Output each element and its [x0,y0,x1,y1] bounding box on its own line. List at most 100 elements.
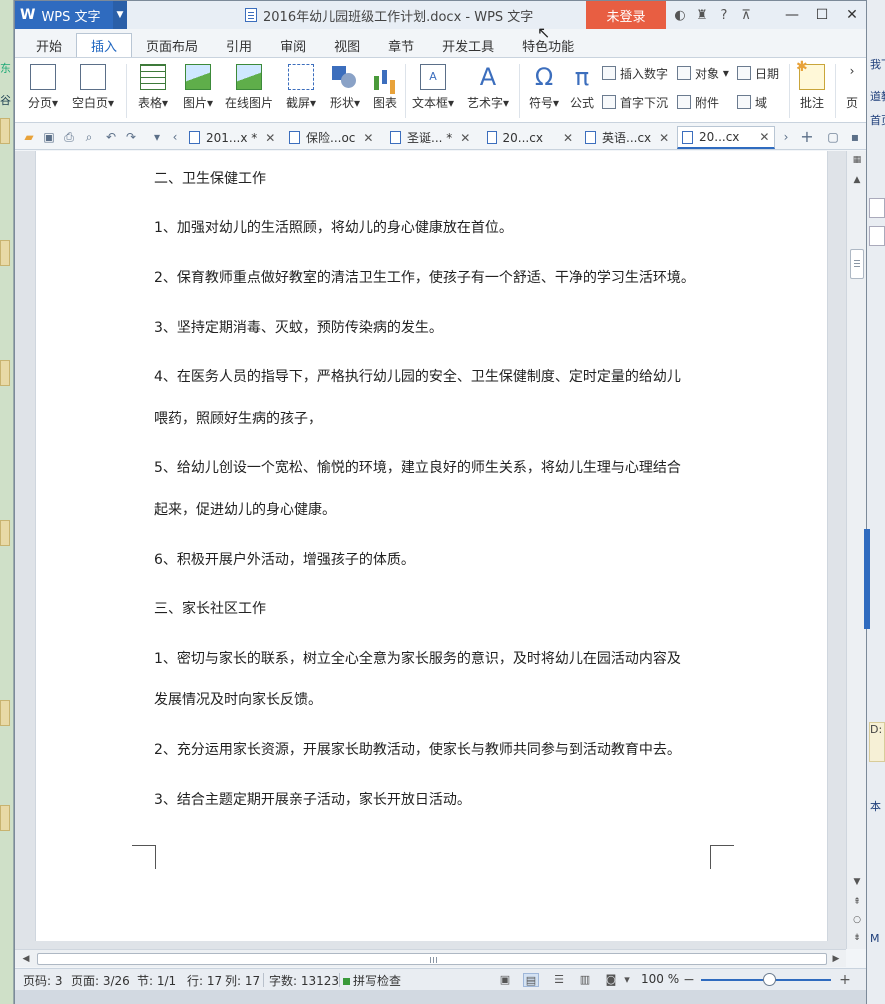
textbox-button[interactable]: A 文本框▾ [409,64,457,120]
online-picture-button[interactable]: 在线图片 [223,64,275,120]
status-page-code[interactable]: 页码: 3 [23,972,63,988]
tab-scroll-right-icon[interactable]: › [778,129,794,145]
help-icon[interactable]: ? [713,8,735,23]
insert-number-button[interactable]: 插入数字 [602,64,668,82]
select-browse-icon[interactable]: ○ [850,913,864,927]
close-tab-icon[interactable]: ✕ [460,131,470,145]
tab-review[interactable]: 审阅 [266,33,320,57]
undo-icon[interactable]: ↶ [103,129,119,145]
minimize-icon[interactable]: — [777,1,807,29]
screenshot-button[interactable]: 截屏▾ [281,64,321,120]
zoom-level[interactable]: 100 % [641,972,679,988]
save-icon[interactable]: ▣ [41,129,57,145]
chevron-down-icon[interactable]: ▾ [149,129,165,145]
status-word-count[interactable]: 字数: 13123 [269,972,339,988]
tab-list-icon[interactable]: ▢ [825,129,841,145]
doc-tab[interactable]: 圣诞... * ✕ [386,126,482,149]
prev-page-icon[interactable]: ⇞ [850,895,864,909]
close-tab-icon[interactable]: ✕ [563,131,573,145]
next-page-icon[interactable]: ⇟ [850,931,864,945]
picture-button[interactable]: 图片▾ [178,64,218,120]
shape-button[interactable]: 形状▾ [325,64,365,120]
close-tab-icon[interactable]: ✕ [265,131,275,145]
page-view-icon[interactable]: ▤ [523,973,539,987]
document-page[interactable]: 二、卫生保健工作 1、加强对幼儿的生活照顾，将幼儿的身心健康放在首位。 2、保育… [35,151,828,941]
zoom-slider-knob[interactable] [763,973,776,986]
outline-view-icon[interactable]: ☰ [551,973,567,987]
ribbon-divider [835,64,836,118]
redo-icon[interactable]: ↷ [123,129,139,145]
scroll-thumb[interactable] [37,953,827,965]
pi-icon: π [574,63,590,91]
new-tab-icon[interactable]: + [799,129,815,145]
tab-menu-icon[interactable]: ▪ [847,129,863,145]
open-folder-icon[interactable]: ▰ [21,129,37,145]
tab-page-layout[interactable]: 页面布局 [132,33,212,57]
chevron-down-icon[interactable]: ▼ [113,1,127,29]
background-text: 首页 [870,114,885,127]
background-block [0,360,10,386]
field-button[interactable]: 域 [737,93,767,111]
table-button[interactable]: 表格▾ [133,64,173,120]
zoom-out-icon[interactable]: − [681,973,697,987]
spell-check-toggle[interactable]: 拼写检查 [343,972,401,988]
date-button[interactable]: 日期 [737,64,779,82]
zoom-in-icon[interactable]: + [837,973,853,987]
zoom-slider[interactable] [701,973,831,986]
close-tab-icon[interactable]: ✕ [659,131,669,145]
formula-button[interactable]: π 公式 [567,64,597,120]
paragraph: 5、给幼儿创设一个宽松、愉悦的环境，建立良好的师生关系，将幼儿生理与心理结合 [154,460,681,476]
reading-view-icon[interactable]: ◙ [603,973,619,987]
object-button[interactable]: 对象 ▾ [677,64,729,82]
doc-tab[interactable]: 20...cx ✕ [483,126,573,149]
scroll-thumb[interactable] [850,249,864,279]
doc-tab[interactable]: 保险...oc ✕ [285,126,375,149]
scroll-up-icon[interactable]: ▲ [850,173,864,187]
side-panel-tab[interactable] [864,529,870,629]
collapse-ribbon-icon[interactable]: ⊼ [735,8,757,23]
paragraph: 喂药，照顾好生病的孩子， [154,411,322,427]
comment-button[interactable]: 批注 [795,59,829,120]
tab-developer[interactable]: 开发工具 [428,33,508,57]
close-tab-icon[interactable]: ✕ [363,131,373,145]
more-ribbon-button[interactable]: › 页 [841,64,863,120]
chart-button[interactable]: 图表 [368,64,402,120]
background-block [0,700,10,726]
app-menu-button[interactable]: W WPS 文字 ▼ [15,1,127,29]
tab-section[interactable]: 章节 [374,33,428,57]
tab-references[interactable]: 引用 [212,33,266,57]
status-page[interactable]: 页面: 3/26 [71,972,130,988]
tab-view[interactable]: 视图 [320,33,374,57]
vertical-scrollbar[interactable]: ▦ ▲ ▼ ⇞ ○ ⇟ [846,151,866,949]
drop-cap-button[interactable]: 首字下沉 [602,93,668,111]
close-icon[interactable]: ✕ [837,1,867,29]
symbol-button[interactable]: Ω 符号▾ [524,64,564,120]
panel-toggle-icon[interactable]: ▦ [850,153,864,167]
status-divider [263,973,264,987]
horizontal-scrollbar[interactable]: ◀ ▶ [15,949,846,967]
attachment-button[interactable]: 附件 [677,93,719,111]
login-button[interactable]: 未登录 [586,1,666,29]
print-icon[interactable]: ⎙ [61,129,77,145]
blank-page-button[interactable]: 空白页▾ [68,64,118,120]
doc-tab[interactable]: 英语...cx ✕ [581,126,675,149]
doc-tab[interactable]: 201...x * ✕ [185,126,277,149]
tab-home[interactable]: 开始 [22,33,76,57]
close-tab-icon[interactable]: ✕ [759,130,769,144]
print-preview-icon[interactable]: ⌕ [81,129,97,145]
skin-icon[interactable]: ◐ [669,8,691,23]
tab-special[interactable]: 特色功能 [508,33,588,57]
scroll-down-icon[interactable]: ▼ [850,875,864,889]
focus-mode-icon[interactable]: ▣ [497,973,513,987]
shirt-icon[interactable]: ♜ [691,8,713,23]
scroll-right-icon[interactable]: ▶ [829,952,843,966]
page-break-button[interactable]: 分页▾ [23,64,63,120]
doc-tab-active[interactable]: 20...cx ✕ [677,126,775,149]
scroll-left-icon[interactable]: ◀ [19,952,33,966]
maximize-icon[interactable]: ☐ [807,1,837,29]
tab-scroll-left-icon[interactable]: ‹ [167,129,183,145]
chevron-down-icon[interactable]: ▾ [619,973,635,987]
wordart-button[interactable]: A 艺术字▾ [464,64,512,120]
tab-insert[interactable]: 插入 [76,33,133,57]
web-view-icon[interactable]: ▥ [577,973,593,987]
